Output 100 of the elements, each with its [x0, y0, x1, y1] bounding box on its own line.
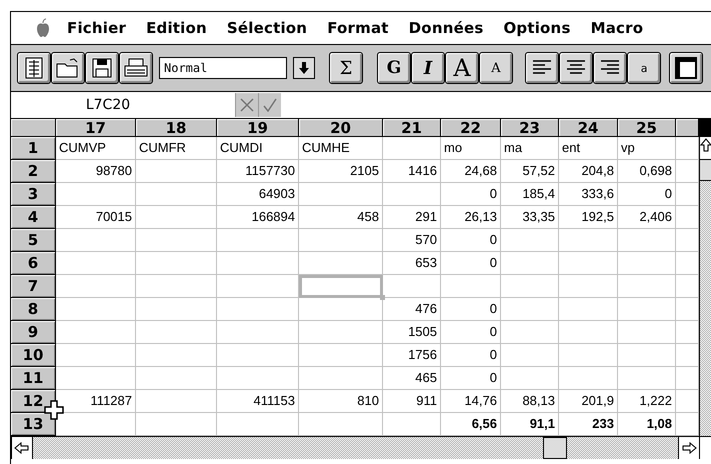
selected-cell[interactable]: [299, 275, 383, 298]
table-cell[interactable]: [559, 229, 618, 252]
table-cell[interactable]: [618, 252, 676, 275]
table-cell[interactable]: 0: [441, 321, 501, 344]
table-cell[interactable]: [136, 252, 217, 275]
column-header[interactable]: 20: [299, 119, 383, 137]
table-cell[interactable]: 0,698: [618, 160, 676, 183]
table-cell[interactable]: CUMDI: [217, 137, 299, 160]
column-header[interactable]: 21: [383, 119, 441, 137]
table-cell[interactable]: 0: [441, 252, 501, 275]
table-cell[interactable]: [559, 252, 618, 275]
new-sheet-button[interactable]: [17, 52, 51, 84]
row-header[interactable]: 11: [11, 367, 56, 390]
row-header[interactable]: 7: [11, 275, 56, 298]
table-cell[interactable]: [56, 321, 136, 344]
corner-header[interactable]: [11, 119, 56, 137]
table-cell[interactable]: [136, 321, 217, 344]
table-cell[interactable]: 1416: [383, 160, 441, 183]
bold-button[interactable]: G: [377, 52, 411, 84]
align-right-button[interactable]: [593, 52, 627, 84]
table-cell[interactable]: ma: [501, 137, 559, 160]
table-cell[interactable]: [299, 229, 383, 252]
row-header[interactable]: 2: [11, 160, 56, 183]
table-cell[interactable]: [299, 298, 383, 321]
table-cell[interactable]: [501, 298, 559, 321]
table-cell[interactable]: [136, 206, 217, 229]
table-cell[interactable]: 166894: [217, 206, 299, 229]
vertical-scrollbar[interactable]: [699, 119, 711, 436]
italic-button[interactable]: I: [411, 52, 445, 84]
row-header[interactable]: 3: [11, 183, 56, 206]
menu-item[interactable]: Edition: [136, 19, 217, 37]
table-cell[interactable]: [136, 298, 217, 321]
table-cell[interactable]: [618, 298, 676, 321]
table-cell[interactable]: [618, 344, 676, 367]
table-cell[interactable]: [299, 344, 383, 367]
table-cell[interactable]: 1505: [383, 321, 441, 344]
table-cell[interactable]: 57,52: [501, 160, 559, 183]
table-cell[interactable]: vp: [618, 137, 676, 160]
table-cell[interactable]: [501, 344, 559, 367]
table-cell[interactable]: [559, 344, 618, 367]
table-cell[interactable]: [136, 390, 217, 413]
table-cell[interactable]: 24,68: [441, 160, 501, 183]
column-header[interactable]: 19: [217, 119, 299, 137]
row-header[interactable]: 6: [11, 252, 56, 275]
column-header[interactable]: 22: [441, 119, 501, 137]
table-cell[interactable]: 64903: [217, 183, 299, 206]
table-cell[interactable]: 14,76: [441, 390, 501, 413]
table-cell[interactable]: 0: [441, 229, 501, 252]
table-cell[interactable]: [299, 252, 383, 275]
column-header[interactable]: 24: [559, 119, 618, 137]
confirm-button[interactable]: [258, 93, 281, 117]
table-cell[interactable]: 2,406: [618, 206, 676, 229]
open-button[interactable]: [51, 52, 85, 84]
save-button[interactable]: [85, 52, 119, 84]
table-cell[interactable]: 1157730: [217, 160, 299, 183]
menu-item[interactable]: Format: [317, 19, 399, 37]
style-field[interactable]: Normal: [159, 57, 287, 79]
table-cell[interactable]: mo: [441, 137, 501, 160]
table-cell[interactable]: 291: [383, 206, 441, 229]
table-cell[interactable]: [383, 275, 441, 298]
table-cell[interactable]: [501, 367, 559, 390]
horizontal-scrollbar[interactable]: [11, 436, 711, 459]
table-cell[interactable]: 465: [383, 367, 441, 390]
table-cell[interactable]: [217, 275, 299, 298]
column-header[interactable]: 25: [618, 119, 676, 137]
table-cell[interactable]: [618, 229, 676, 252]
table-cell[interactable]: [217, 321, 299, 344]
table-cell[interactable]: [501, 252, 559, 275]
table-cell[interactable]: [217, 344, 299, 367]
table-cell[interactable]: [299, 321, 383, 344]
table-cell[interactable]: ent: [559, 137, 618, 160]
table-cell[interactable]: [136, 229, 217, 252]
table-cell[interactable]: 70015: [56, 206, 136, 229]
table-cell[interactable]: [136, 344, 217, 367]
table-cell[interactable]: [559, 321, 618, 344]
table-cell[interactable]: 0: [441, 344, 501, 367]
table-cell[interactable]: [136, 160, 217, 183]
table-cell[interactable]: [501, 321, 559, 344]
scroll-up-button[interactable]: [700, 137, 711, 160]
menu-item[interactable]: Sélection: [216, 19, 318, 37]
table-cell[interactable]: 2105: [299, 160, 383, 183]
table-cell[interactable]: [56, 367, 136, 390]
table-cell[interactable]: 0: [441, 367, 501, 390]
table-cell[interactable]: 411153: [217, 390, 299, 413]
table-cell[interactable]: 0: [441, 183, 501, 206]
table-cell[interactable]: 201,9: [559, 390, 618, 413]
table-cell[interactable]: [217, 229, 299, 252]
column-header[interactable]: 17: [56, 119, 136, 137]
table-cell[interactable]: [217, 298, 299, 321]
table-cell[interactable]: [618, 367, 676, 390]
table-cell[interactable]: [618, 321, 676, 344]
scroll-left-button[interactable]: [11, 437, 33, 459]
table-cell[interactable]: 810: [299, 390, 383, 413]
table-cell[interactable]: [441, 275, 501, 298]
scroll-thumb[interactable]: [543, 437, 567, 459]
column-header[interactable]: 23: [501, 119, 559, 137]
table-cell[interactable]: [56, 183, 136, 206]
table-cell[interactable]: 458: [299, 206, 383, 229]
table-cell[interactable]: 88,13: [501, 390, 559, 413]
table-cell[interactable]: CUMFR: [136, 137, 217, 160]
